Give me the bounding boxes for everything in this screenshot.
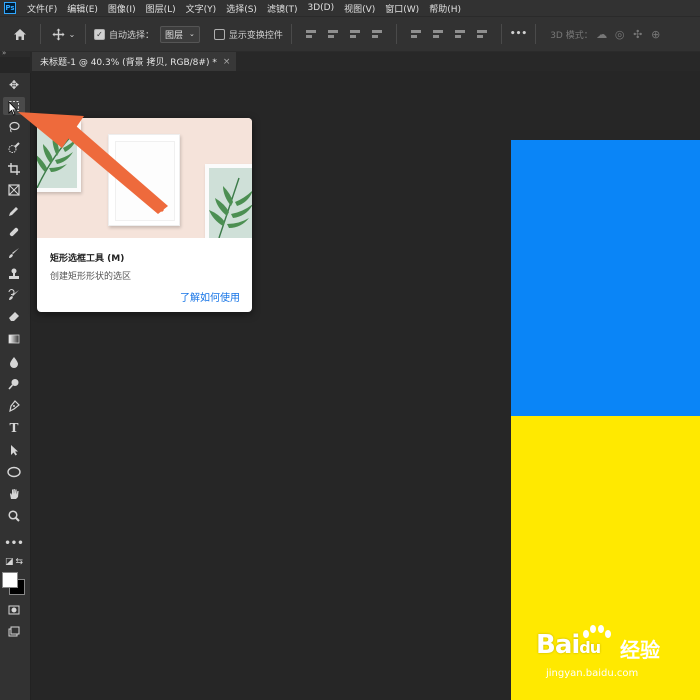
menu-select[interactable]: 选择(S) xyxy=(221,2,262,15)
move-tool-preset-icon[interactable] xyxy=(49,28,67,41)
mode-3d-label: 3D 模式： xyxy=(550,30,593,41)
chevron-down-icon: ⌄ xyxy=(189,30,195,38)
eraser-tool-icon[interactable] xyxy=(3,307,25,325)
options-bar: ⌄ ✓ 自动选择： 图层 ⌄ 显示变换控件 ••• 3D 模式： ☁ ◎ ✣ ⊕ xyxy=(0,16,700,52)
foreground-color-swatch[interactable] xyxy=(2,572,18,588)
history-brush-tool-icon[interactable] xyxy=(3,286,25,304)
orbit-3d-icon[interactable]: ☁ xyxy=(593,28,611,41)
menu-layer[interactable]: 图层(L) xyxy=(141,2,181,15)
healing-brush-tool-icon[interactable] xyxy=(3,223,25,241)
center-frame xyxy=(108,134,180,226)
auto-select-checkbox[interactable]: ✓ xyxy=(94,28,105,40)
swap-colors-icon[interactable]: ⇆ xyxy=(15,557,23,567)
auto-select-target-dropdown[interactable]: 图层 ⌄ xyxy=(160,25,200,43)
baidu-jingyan-watermark: Baidu 经验 jingyan.baidu.com xyxy=(536,624,696,686)
divider xyxy=(535,24,537,44)
eyedropper-tool-icon[interactable] xyxy=(3,202,25,220)
menu-help[interactable]: 帮助(H) xyxy=(424,2,466,15)
home-icon[interactable] xyxy=(8,28,32,41)
tool-tooltip: 矩形选框工具 (M) 创建矩形形状的选区 了解如何使用 xyxy=(37,118,252,312)
mouse-cursor-icon xyxy=(8,101,18,116)
align-right-icon[interactable] xyxy=(348,27,362,41)
menu-edit[interactable]: 编辑(E) xyxy=(62,2,103,15)
auto-select-target-value: 图层 xyxy=(165,30,184,41)
align-left-icon[interactable] xyxy=(304,27,318,41)
menu-window[interactable]: 窗口(W) xyxy=(380,2,424,15)
brush-tool-icon[interactable] xyxy=(3,244,25,262)
tooltip-description: 创建矩形形状的选区 xyxy=(50,272,132,282)
document-tab[interactable]: 未标题-1 @ 40.3% (背景 拷贝, RGB/8#) * × xyxy=(32,52,237,71)
close-icon[interactable]: × xyxy=(223,57,231,67)
dodge-tool-icon[interactable] xyxy=(3,375,25,393)
tooltip-illustration xyxy=(37,118,252,238)
color-controls: ◪ ⇆ xyxy=(3,555,25,569)
gradient-tool-icon[interactable] xyxy=(3,330,25,348)
auto-select-label: 自动选择： xyxy=(109,30,155,41)
crop-tool-icon[interactable] xyxy=(3,160,25,178)
ellipse-tool-icon[interactable] xyxy=(3,463,25,481)
divider xyxy=(290,24,292,44)
show-transform-checkbox[interactable] xyxy=(213,28,225,40)
screen-mode-icon[interactable] xyxy=(3,623,25,641)
menu-3d[interactable]: 3D(D) xyxy=(302,3,339,13)
clone-stamp-tool-icon[interactable] xyxy=(3,265,25,283)
watermark-url: jingyan.baidu.com xyxy=(546,668,639,679)
tools-panel: ✥ T ••• ◪ ⇆ xyxy=(0,73,31,700)
frame-tool-icon[interactable] xyxy=(3,181,25,199)
left-frame xyxy=(37,120,81,192)
tooltip-title: 矩形选框工具 (M) xyxy=(50,254,125,264)
distribute-horizontal-icon[interactable] xyxy=(475,27,489,41)
menu-view[interactable]: 视图(V) xyxy=(339,2,380,15)
blur-tool-icon[interactable] xyxy=(3,353,25,371)
align-horizontal-center-icon[interactable] xyxy=(326,27,340,41)
quick-selection-tool-icon[interactable] xyxy=(3,139,25,157)
document-tab-title: 未标题-1 @ 40.3% (背景 拷贝, RGB/8#) * xyxy=(40,58,217,68)
document-tab-bar: 未标题-1 @ 40.3% (背景 拷贝, RGB/8#) * × xyxy=(30,52,700,71)
quick-mask-icon[interactable] xyxy=(3,601,25,619)
chevron-down-icon[interactable]: ⌄ xyxy=(67,30,77,39)
divider xyxy=(500,24,502,44)
divider xyxy=(395,24,397,44)
show-transform-label: 显示变换控件 xyxy=(228,30,283,41)
hand-tool-icon[interactable] xyxy=(3,485,25,503)
baidu-logo-text: Bai xyxy=(536,630,580,660)
jingyan-brand: 经验 xyxy=(620,638,660,662)
default-colors-icon[interactable]: ◪ xyxy=(5,557,14,567)
align-top-icon[interactable] xyxy=(409,27,423,41)
right-frame xyxy=(205,164,252,238)
distribute-vertical-icon[interactable] xyxy=(370,27,384,41)
learn-how-link[interactable]: 了解如何使用 xyxy=(180,289,240,304)
move-tool-icon[interactable]: ✥ xyxy=(3,76,25,94)
slide-3d-icon[interactable]: ⊕ xyxy=(647,28,665,41)
menu-filter[interactable]: 滤镜(T) xyxy=(262,2,303,15)
double-chevron-icon[interactable]: » xyxy=(2,49,6,57)
align-bottom-icon[interactable] xyxy=(453,27,467,41)
path-selection-tool-icon[interactable] xyxy=(3,441,25,459)
divider xyxy=(40,24,41,44)
canvas-blue-region[interactable] xyxy=(511,140,700,416)
more-tools-icon[interactable]: ••• xyxy=(3,534,25,552)
zoom-tool-icon[interactable] xyxy=(3,507,25,525)
menu-type[interactable]: 文字(Y) xyxy=(181,2,222,15)
pen-tool-icon[interactable] xyxy=(3,397,25,415)
align-vertical-center-icon[interactable] xyxy=(431,27,445,41)
paw-icon xyxy=(583,625,611,638)
menu-image[interactable]: 图像(I) xyxy=(103,2,141,15)
photoshop-logo-icon[interactable]: Ps xyxy=(4,2,16,14)
drag-3d-icon[interactable]: ✣ xyxy=(629,28,647,41)
menu-file[interactable]: 文件(F) xyxy=(22,2,62,15)
lasso-tool-icon[interactable] xyxy=(3,118,25,136)
menu-bar: Ps 文件(F) 编辑(E) 图像(I) 图层(L) 文字(Y) 选择(S) 滤… xyxy=(0,0,700,16)
divider xyxy=(85,24,86,44)
more-options-button[interactable]: ••• xyxy=(510,29,527,39)
roll-3d-icon[interactable]: ◎ xyxy=(611,28,629,41)
type-tool-icon[interactable]: T xyxy=(3,419,25,437)
